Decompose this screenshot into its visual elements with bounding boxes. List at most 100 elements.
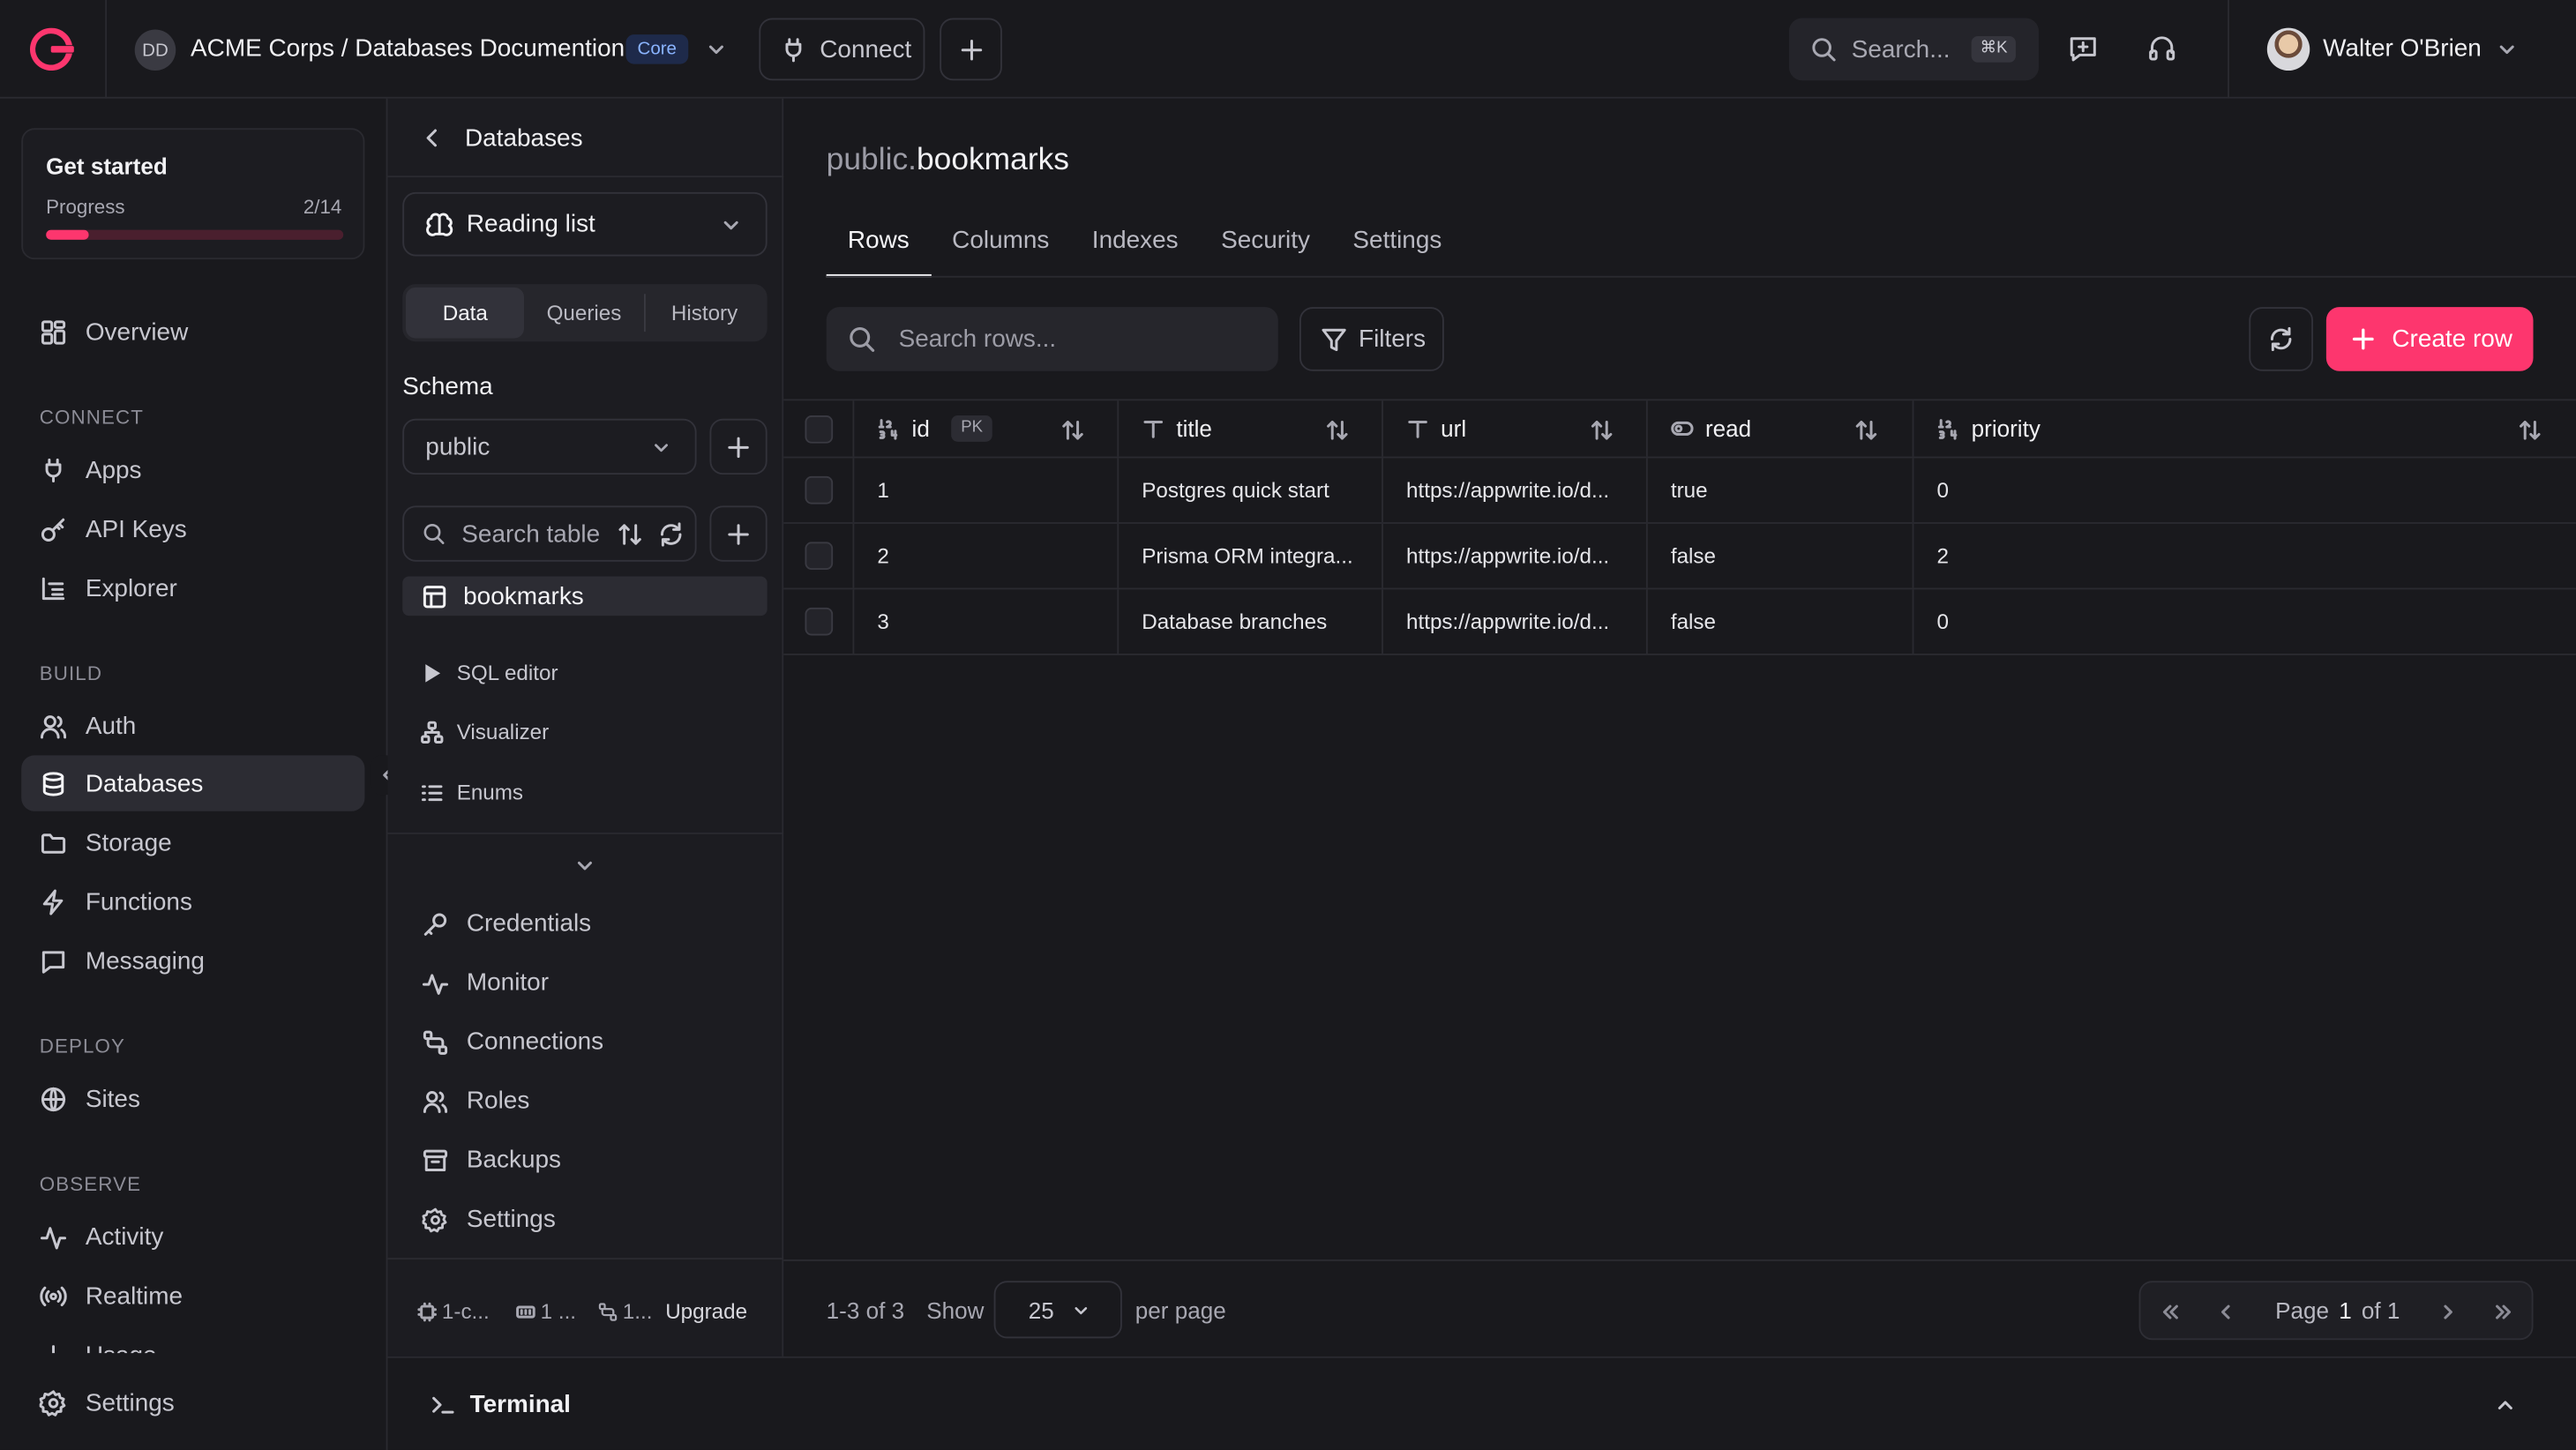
terminal-bar[interactable]: Terminal <box>387 1356 2576 1450</box>
enums-link[interactable]: Enums <box>421 780 523 804</box>
last-page-icon[interactable] <box>2492 1301 2515 1324</box>
cell-id[interactable]: 1 <box>854 458 1120 523</box>
tab-rows[interactable]: Rows <box>826 217 931 278</box>
select-all-checkbox[interactable] <box>804 415 833 443</box>
chevron-left-icon[interactable] <box>419 124 446 151</box>
upgrade-link[interactable]: Upgrade <box>665 1299 747 1324</box>
tab-queries[interactable]: Queries <box>525 288 644 339</box>
sidebar-item-storage[interactable]: Storage <box>21 814 364 870</box>
sort-icon[interactable] <box>1854 419 1877 442</box>
cell-id[interactable]: 3 <box>854 589 1120 654</box>
add-table-button[interactable] <box>709 505 768 562</box>
schema-select[interactable]: public <box>402 418 697 475</box>
first-page-icon[interactable] <box>2159 1301 2182 1324</box>
sort-icon[interactable] <box>1061 419 1084 442</box>
sidebar-item-activity[interactable]: Activity <box>21 1208 364 1264</box>
tab-history[interactable]: History <box>645 288 764 339</box>
refresh-button[interactable] <box>2249 307 2313 371</box>
get-started-card[interactable]: Get started Progress 2/14 <box>21 128 365 260</box>
user-name[interactable]: Walter O'Brien <box>2323 34 2482 63</box>
previous-page-icon[interactable] <box>2214 1301 2237 1324</box>
breadcrumb-schema[interactable]: public. <box>827 143 917 177</box>
tab-indexes[interactable]: Indexes <box>1071 217 1200 278</box>
next-page-icon[interactable] <box>2437 1301 2460 1324</box>
sidebar-item-functions[interactable]: Functions <box>21 873 364 929</box>
sidebar-item-usage[interactable]: Usage <box>21 1327 364 1354</box>
appwrite-logo-icon[interactable] <box>29 27 76 71</box>
connect-button[interactable]: Connect <box>759 18 925 81</box>
cell-priority[interactable]: 0 <box>1913 589 2575 654</box>
cell-title[interactable]: Database branches <box>1119 589 1383 654</box>
sidebar-item-overview[interactable]: Overview <box>21 303 364 359</box>
per-page-select[interactable]: 25 <box>993 1281 1122 1339</box>
visualizer-link[interactable]: Visualizer <box>421 719 549 744</box>
db-nav-connections[interactable]: Connections <box>423 1028 603 1056</box>
sidebar-item-realtime[interactable]: Realtime <box>21 1267 364 1323</box>
row-checkbox[interactable] <box>804 475 833 505</box>
sidebar-item-api-keys[interactable]: API Keys <box>21 501 364 557</box>
tab-security[interactable]: Security <box>1200 217 1331 278</box>
column-header-title[interactable]: title <box>1119 400 1383 457</box>
column-header-priority[interactable]: priority <box>1913 400 2575 456</box>
chevron-down-icon[interactable] <box>2496 38 2519 61</box>
sort-icon[interactable] <box>1326 419 1349 442</box>
sidebar-item-messaging[interactable]: Messaging <box>21 933 364 989</box>
global-search-input[interactable]: Search... ⌘K <box>1788 18 2039 81</box>
sidebar-item-explorer[interactable]: Explorer <box>21 560 364 616</box>
cell-read[interactable]: true <box>1648 458 1914 523</box>
row-checkbox[interactable] <box>804 542 833 571</box>
chevron-up-icon[interactable] <box>2494 1394 2517 1417</box>
table-search-input[interactable]: Search table <box>402 505 697 562</box>
sql-editor-link[interactable]: SQL editor <box>421 660 558 684</box>
db-nav-backups[interactable]: Backups <box>423 1147 561 1174</box>
refresh-icon[interactable] <box>657 520 685 549</box>
project-breadcrumb[interactable]: ACME Corps / Databases Documention <box>191 34 625 63</box>
table-list-item[interactable]: bookmarks <box>402 576 768 617</box>
table-row[interactable]: 2 Prisma ORM integra... https://appwrite… <box>783 523 2576 590</box>
sidebar-item-databases[interactable]: Databases <box>21 755 365 811</box>
tab-data[interactable]: Data <box>405 287 525 339</box>
db-nav-credentials[interactable]: Credentials <box>423 909 591 938</box>
cell-id[interactable]: 2 <box>854 523 1120 588</box>
tab-columns[interactable]: Columns <box>931 217 1071 278</box>
chevron-down-icon[interactable] <box>705 38 728 61</box>
db-nav-roles[interactable]: Roles <box>423 1088 529 1115</box>
feedback-icon[interactable] <box>2067 33 2100 65</box>
add-button[interactable] <box>940 18 1002 81</box>
support-headset-icon[interactable] <box>2145 33 2178 65</box>
cell-read[interactable]: false <box>1648 589 1914 654</box>
cell-title[interactable]: Prisma ORM integra... <box>1119 523 1383 588</box>
select-all-cell <box>783 400 855 457</box>
sort-icon[interactable] <box>1591 419 1614 442</box>
sidebar-item-auth[interactable]: Auth <box>21 698 364 753</box>
chevron-down-icon[interactable] <box>573 854 596 877</box>
sidebar-item-settings[interactable]: Settings <box>21 1374 364 1430</box>
column-header-url[interactable]: url <box>1383 400 1648 457</box>
column-header-read[interactable]: read <box>1648 400 1914 457</box>
table-row[interactable]: 1 Postgres quick start https://appwrite.… <box>783 458 2576 524</box>
sort-icon[interactable] <box>2519 419 2542 442</box>
cell-priority[interactable]: 0 <box>1913 458 2575 522</box>
user-avatar[interactable] <box>2266 27 2310 71</box>
db-nav-settings[interactable]: Settings <box>422 1206 556 1233</box>
cell-read[interactable]: false <box>1648 523 1914 588</box>
cell-url[interactable]: https://appwrite.io/d... <box>1383 458 1648 523</box>
filters-button[interactable]: Filters <box>1299 307 1444 371</box>
database-select[interactable]: Reading list <box>402 191 768 257</box>
row-checkbox[interactable] <box>804 607 833 636</box>
sort-icon[interactable] <box>616 520 644 549</box>
row-search-input[interactable]: Search rows... <box>826 307 1278 371</box>
cell-url[interactable]: https://appwrite.io/d... <box>1383 589 1648 654</box>
org-avatar[interactable]: DD <box>134 29 176 71</box>
db-nav-monitor[interactable]: Monitor <box>422 968 549 997</box>
add-schema-button[interactable] <box>709 418 768 475</box>
column-header-id[interactable]: id PK <box>854 400 1120 457</box>
table-row[interactable]: 3 Database branches https://appwrite.io/… <box>783 589 2576 655</box>
cell-priority[interactable]: 2 <box>1913 524 2575 588</box>
cell-title[interactable]: Postgres quick start <box>1119 458 1383 523</box>
sidebar-item-apps[interactable]: Apps <box>21 442 364 497</box>
create-row-button[interactable]: Create row <box>2325 307 2534 371</box>
cell-url[interactable]: https://appwrite.io/d... <box>1383 523 1648 588</box>
sidebar-item-sites[interactable]: Sites <box>21 1071 364 1126</box>
tab-settings[interactable]: Settings <box>1331 217 1463 278</box>
